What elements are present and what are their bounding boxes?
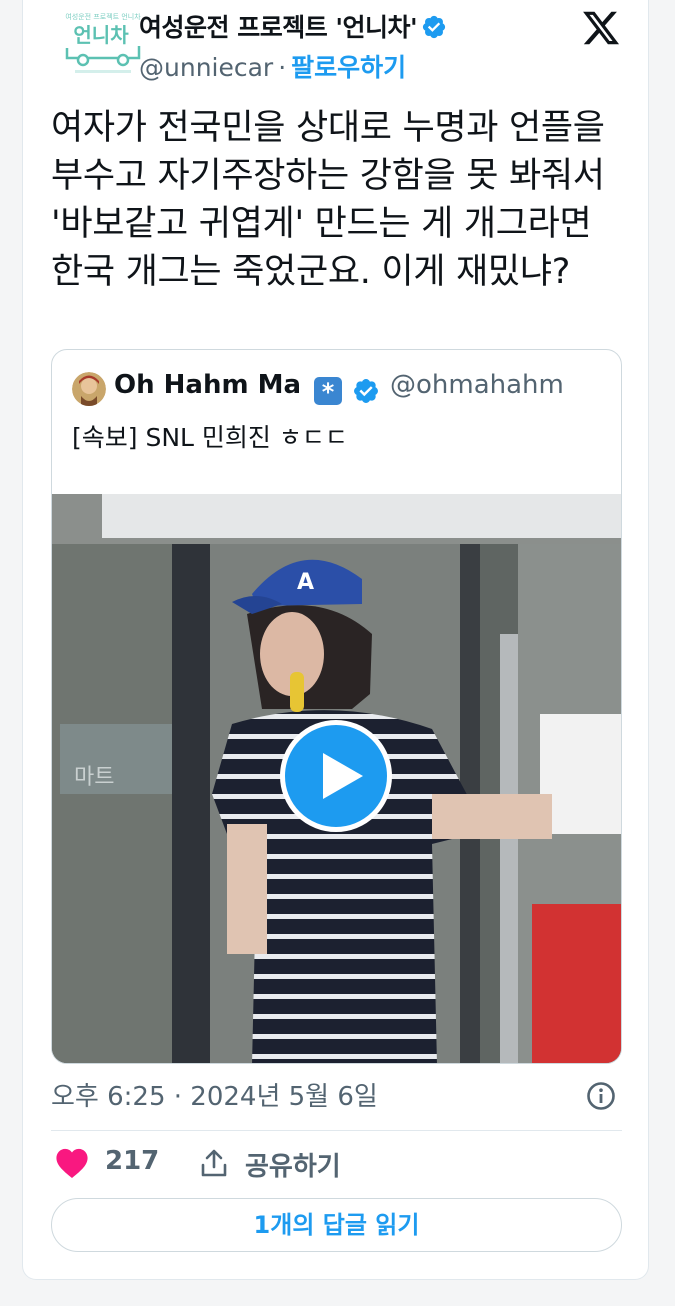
read-replies-button[interactable]: 1개의 답글 읽기 (51, 1198, 622, 1252)
play-icon (323, 753, 363, 799)
quoted-tweet-text: [속보] SNL 민희진 ㅎㄷㄷ (72, 423, 348, 452)
author-handle-row: @unniecar · 팔로우하기 (139, 48, 406, 84)
svg-text:마트: 마트 (74, 765, 114, 790)
svg-text:언니차: 언니차 (73, 23, 129, 47)
tweet-card: 여성운전 프로젝트 언니차 언니차 여성운전 프로젝트 '언니차' @unnie… (22, 0, 649, 1280)
tweet-text: 여자가 전국민을 상대로 누명과 언플을 부수고 자기주장하는 강함을 못 봐줘… (51, 108, 616, 292)
share-button[interactable]: 공유하기 (245, 1146, 341, 1183)
quoted-author-avatar[interactable] (72, 372, 106, 406)
author-avatar[interactable]: 여성운전 프로젝트 언니차 언니차 (55, 6, 151, 84)
like-heart-icon[interactable] (55, 1147, 89, 1183)
author-display-name[interactable]: 여성운전 프로젝트 '언니차' (139, 8, 447, 46)
x-logo-icon[interactable] (581, 8, 621, 48)
quoted-author-handle[interactable]: @ohmahahm (390, 370, 564, 400)
display-name-text: 여성운전 프로젝트 '언니차' (139, 13, 418, 42)
author-handle[interactable]: @unniecar (139, 53, 273, 82)
quoted-verified-badge-icon (352, 377, 380, 409)
follow-button[interactable]: 팔로우하기 (291, 53, 406, 82)
info-icon[interactable] (586, 1081, 616, 1115)
like-count[interactable]: 217 (105, 1146, 159, 1176)
verified-badge-icon (421, 14, 447, 46)
divider (51, 1130, 622, 1131)
svg-text:A: A (297, 570, 314, 595)
share-icon[interactable] (200, 1148, 228, 1182)
separator-dot: · (278, 53, 287, 82)
svg-text:여성운전 프로젝트 언니차: 여성운전 프로젝트 언니차 (65, 12, 141, 21)
video-thumbnail[interactable]: 마트 A (52, 494, 621, 1063)
unniecar-logo-icon: 여성운전 프로젝트 언니차 언니차 (55, 6, 151, 84)
quoted-author-name[interactable]: Oh Hahm Ma (114, 370, 301, 400)
affiliate-badge-icon: * (314, 377, 342, 406)
tweet-timestamp[interactable]: 오후 6:25 · 2024년 5월 6일 (51, 1076, 378, 1113)
play-button[interactable] (280, 720, 392, 832)
quoted-tweet[interactable]: Oh Hahm Ma * @ohmahahm [속보] SNL 민희진 ㅎㄷㄷ (51, 349, 622, 1064)
